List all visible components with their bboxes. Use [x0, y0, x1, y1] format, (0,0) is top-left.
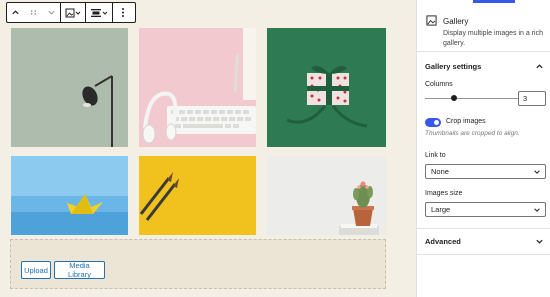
gallery-icon: [426, 15, 437, 28]
upload-button[interactable]: Upload: [21, 261, 51, 279]
chevron-up-icon: [535, 62, 544, 71]
toggle-knob: [434, 120, 439, 125]
settings-sidebar: Gallery Display multiple images in a ric…: [416, 0, 550, 297]
gallery-image-pencils[interactable]: [139, 156, 256, 235]
move-down-button[interactable]: [42, 3, 60, 22]
more-vertical-icon: [122, 8, 124, 17]
editor-canvas: Upload Media Library: [0, 0, 416, 297]
gallery-icon: [65, 8, 81, 17]
columns-number-input[interactable]: 3: [518, 91, 546, 106]
gallery-image-gift[interactable]: [267, 28, 386, 147]
panel-divider: [417, 254, 550, 255]
block-description: Display multiple images in a rich galler…: [443, 30, 543, 47]
gallery-upload-placeholder: Upload Media Library: [10, 239, 386, 289]
images-size-select[interactable]: Large: [425, 202, 546, 217]
drag-handle-button[interactable]: [24, 3, 42, 22]
columns-slider[interactable]: [425, 98, 528, 99]
gallery-image-keyboard[interactable]: [139, 28, 256, 147]
advanced-panel-toggle[interactable]: Advanced: [417, 228, 550, 254]
columns-slider-thumb[interactable]: [451, 95, 458, 101]
advanced-title: Advanced: [425, 236, 461, 246]
align-icon: [91, 8, 108, 17]
align-button[interactable]: [86, 3, 112, 22]
drag-handle-icon: [30, 10, 36, 15]
link-to-label: Link to: [425, 152, 446, 159]
images-size-value: Large: [431, 205, 451, 214]
headphones-keyboard-image: [139, 28, 256, 147]
gallery-image-lamp[interactable]: [11, 28, 128, 147]
link-to-select[interactable]: None: [425, 164, 546, 179]
chevron-down-icon: [535, 237, 544, 246]
block-toolbar: [6, 2, 136, 23]
block-type-button[interactable]: [7, 3, 24, 22]
chevron-up-icon: [12, 10, 19, 15]
gallery-block[interactable]: [11, 28, 386, 235]
chevron-down-icon: [47, 10, 55, 15]
link-to-value: None: [431, 167, 449, 176]
block-card: Gallery Display multiple images in a ric…: [417, 3, 550, 52]
more-options-button[interactable]: [113, 3, 133, 22]
crop-images-toggle[interactable]: [425, 118, 441, 127]
media-library-button[interactable]: Media Library: [54, 261, 105, 279]
images-size-label: Images size: [425, 190, 463, 197]
desk-lamp-image: [11, 28, 128, 147]
crop-images-help: Thumbnails are cropped to align.: [425, 130, 520, 137]
pencils-image: [139, 156, 256, 235]
gallery-image-cactus[interactable]: [267, 156, 386, 235]
crop-images-label: Crop images: [446, 118, 486, 125]
chevron-down-icon: [533, 206, 541, 214]
paper-boat-image: [11, 156, 128, 235]
cactus-image: [267, 156, 386, 235]
gallery-settings-title: Gallery settings: [425, 61, 482, 71]
chevron-down-icon: [533, 168, 541, 176]
gallery-settings-panel-toggle[interactable]: Gallery settings: [417, 53, 550, 79]
gallery-image-boat[interactable]: [11, 156, 128, 235]
columns-label: Columns: [425, 81, 453, 88]
change-block-type-button[interactable]: [61, 3, 85, 22]
block-title: Gallery: [443, 17, 469, 26]
gift-box-image: [267, 28, 386, 147]
